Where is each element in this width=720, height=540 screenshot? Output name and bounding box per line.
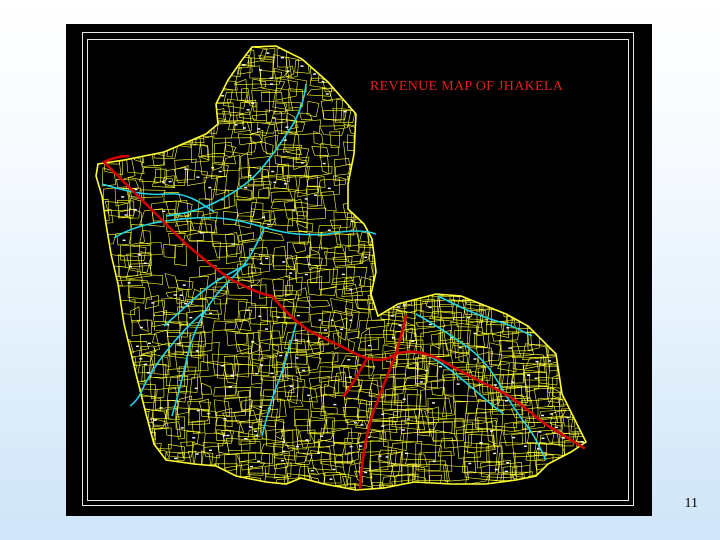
- slide-number: 11: [684, 496, 698, 511]
- stream-northwest: [101, 183, 215, 213]
- map-title: REVENUE MAP OF JHAKELA: [370, 79, 564, 94]
- revenue-map: REVENUE MAP OF JHAKELA: [66, 24, 652, 516]
- village-boundary: [95, 45, 588, 491]
- map-canvas: [95, 45, 588, 491]
- stream-northeast: [437, 295, 533, 337]
